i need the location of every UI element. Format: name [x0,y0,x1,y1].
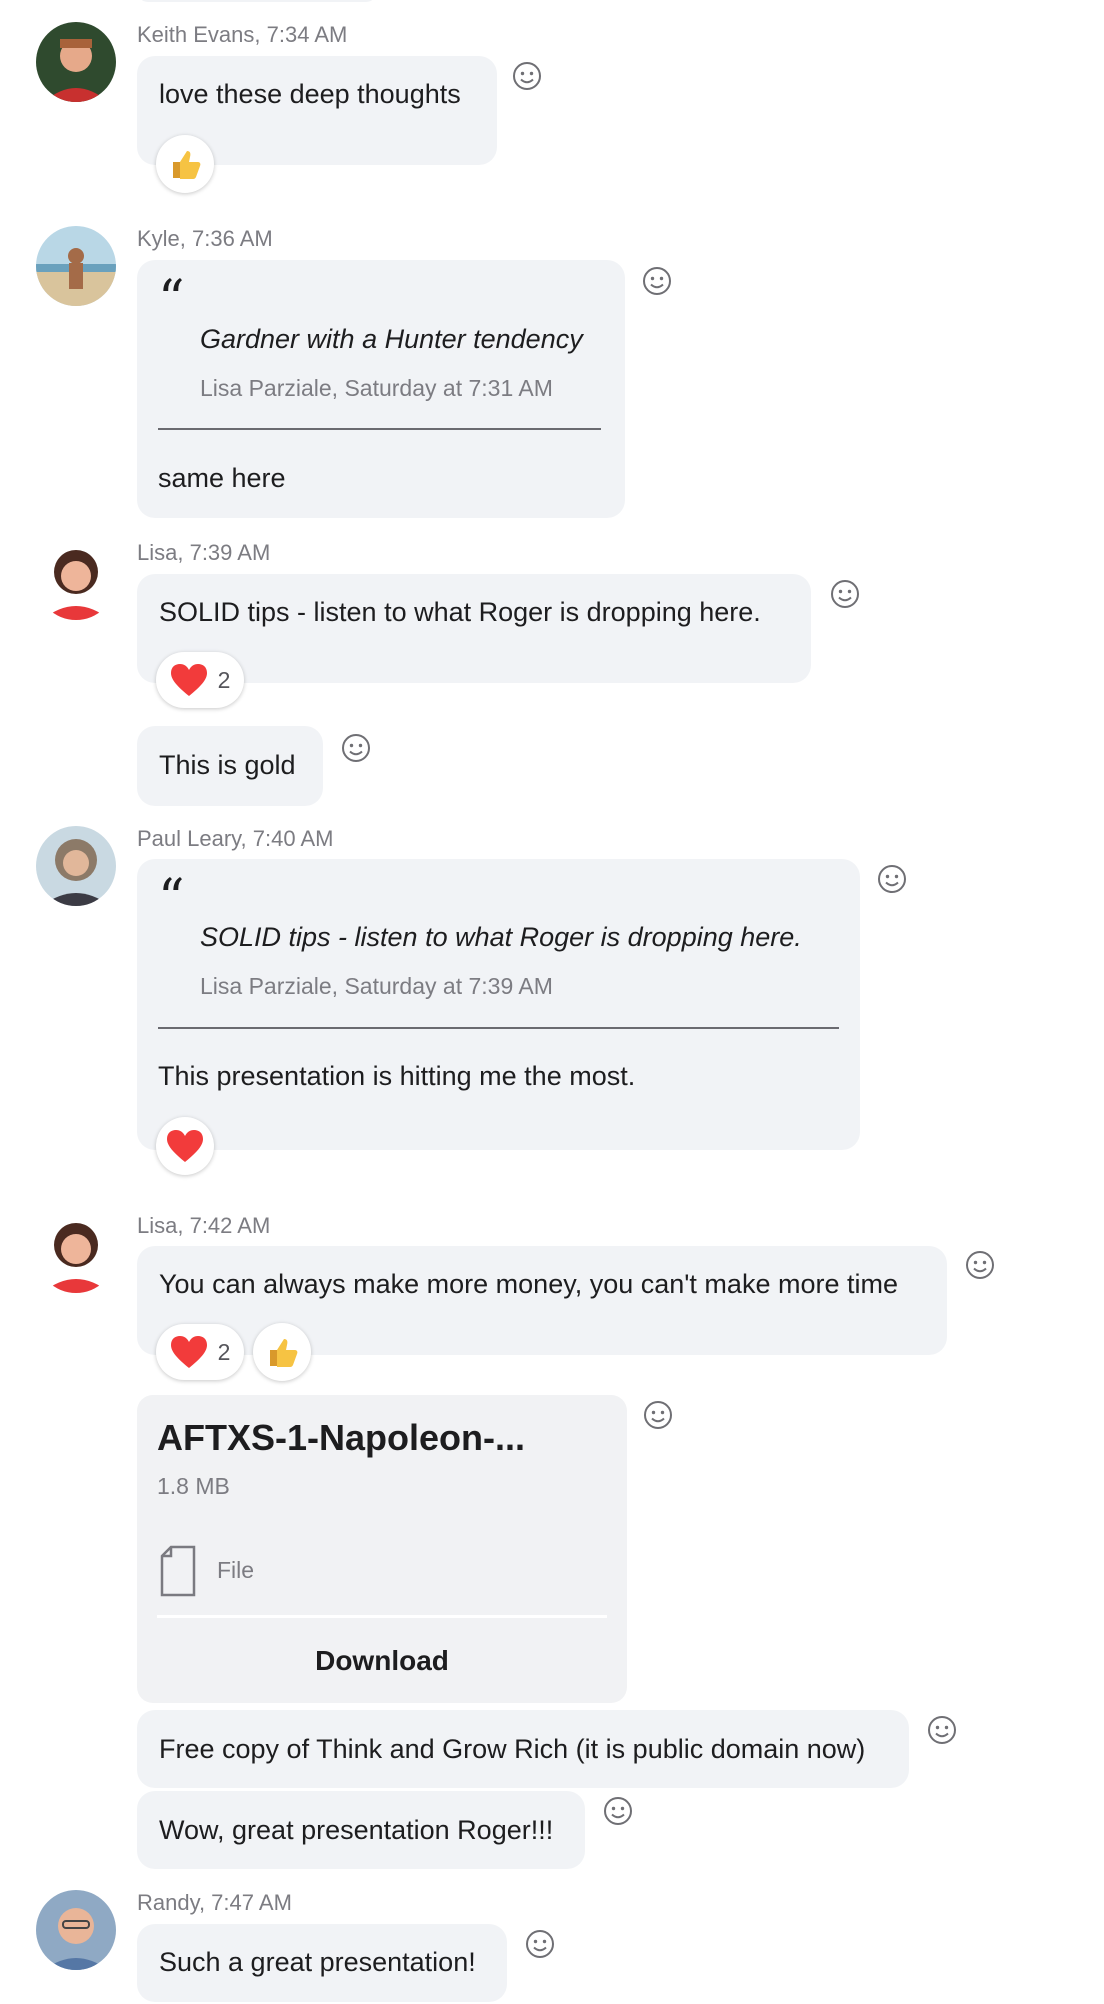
avatar[interactable] [36,1213,116,1293]
message-text: Wow, great presentation Roger!!! [159,1815,554,1845]
sender-timestamp: Paul Leary, 7:40 AM [137,826,334,851]
sender-timestamp: Lisa, 7:42 AM [137,1213,271,1238]
message-text: This is gold [159,750,296,780]
message-bubble[interactable]: “ SOLID tips - listen to what Roger is d… [137,859,860,1150]
avatar[interactable] [36,22,116,102]
sender-timestamp: Lisa, 7:39 AM [137,540,271,565]
message-bubble[interactable]: “ Gardner with a Hunter tendency Lisa Pa… [137,260,625,518]
quote-divider [158,1027,839,1029]
smiley-icon[interactable] [525,1929,555,1959]
quote-divider [158,428,601,430]
quote-mark-icon: “ [158,270,185,330]
thumbs-up-icon [173,151,201,179]
reaction-thumbs-up[interactable] [156,135,214,193]
heart-icon [170,1336,207,1368]
file-icon [160,1545,196,1597]
quote-mark-icon: “ [158,869,185,929]
quote-source: Lisa Parziale, Saturday at 7:39 AM [200,973,553,999]
file-type-label: File [217,1557,255,1583]
file-attachment[interactable]: AFTXS-1-Napoleon-... 1.8 MB File Downloa… [137,1395,627,1703]
reaction-heart[interactable]: 2 [156,652,244,708]
sender-timestamp: Keith Evans, 7:34 AM [137,22,348,47]
message-bubble[interactable]: Free copy of Think and Grow Rich (it is … [137,1710,909,1788]
heart-icon [170,664,207,696]
message-text: Such a great presentation! [159,1947,476,1977]
quoted-text: SOLID tips - listen to what Roger is dro… [200,922,802,952]
smiley-icon[interactable] [603,1796,633,1826]
avatar[interactable] [36,226,116,306]
thumbs-up-icon [270,1339,298,1367]
smiley-icon[interactable] [512,61,542,91]
avatar[interactable] [36,826,116,906]
avatar[interactable] [36,1890,116,1970]
quote-source: Lisa Parziale, Saturday at 7:31 AM [200,375,553,401]
message-text: SOLID tips - listen to what Roger is dro… [159,597,761,627]
sender-timestamp: Randy, 7:47 AM [137,1890,292,1915]
file-size: 1.8 MB [157,1473,230,1499]
reaction-count: 2 [217,1338,231,1365]
reaction-heart[interactable]: 2 [156,1324,244,1380]
previous-message-bubble [137,0,377,2]
reaction-count: 2 [217,666,231,693]
message-text: Free copy of Think and Grow Rich (it is … [159,1734,866,1764]
file-divider [157,1615,607,1618]
smiley-icon[interactable] [965,1250,995,1280]
message-bubble[interactable]: Wow, great presentation Roger!!! [137,1791,585,1869]
quoted-text: Gardner with a Hunter tendency [200,324,583,354]
reaction-thumbs-up[interactable] [253,1323,311,1381]
reaction-heart[interactable] [156,1117,214,1175]
smiley-icon[interactable] [341,733,371,763]
smiley-icon[interactable] [643,1400,673,1430]
smiley-icon[interactable] [830,579,860,609]
download-button[interactable]: Download [137,1645,627,1677]
file-name: AFTXS-1-Napoleon-... [157,1417,525,1458]
message-text: This presentation is hitting me the most… [158,1061,636,1091]
sender-timestamp: Kyle, 7:36 AM [137,226,273,251]
heart-icon [167,1130,203,1162]
smiley-icon[interactable] [927,1715,957,1745]
message-bubble[interactable]: This is gold [137,726,323,806]
smiley-icon[interactable] [642,266,672,296]
message-text: same here [158,463,286,493]
smiley-icon[interactable] [877,864,907,894]
avatar[interactable] [36,540,116,620]
message-text: love these deep thoughts [159,79,461,109]
message-text: You can always make more money, you can'… [159,1269,898,1299]
message-bubble[interactable]: Such a great presentation! [137,1924,507,2002]
